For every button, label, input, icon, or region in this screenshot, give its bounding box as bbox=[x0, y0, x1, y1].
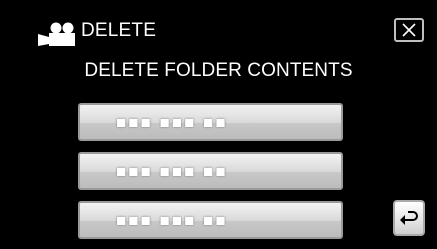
close-button[interactable] bbox=[394, 18, 424, 42]
folder-item-label: ■■■ ■■■ ■■ bbox=[116, 113, 228, 132]
folder-item-label: ■■■ ■■■ ■■ bbox=[116, 211, 228, 230]
folder-item[interactable]: ■■■ ■■■ ■■ bbox=[78, 103, 343, 141]
close-icon bbox=[402, 23, 416, 37]
back-arrow-icon bbox=[400, 211, 418, 225]
screen-title: DELETE bbox=[81, 20, 157, 41]
folder-item[interactable]: ■■■ ■■■ ■■ bbox=[78, 152, 343, 190]
video-camera-icon bbox=[38, 22, 75, 46]
folder-item-label: ■■■ ■■■ ■■ bbox=[116, 162, 228, 181]
folder-item[interactable]: ■■■ ■■■ ■■ bbox=[78, 201, 343, 239]
back-button[interactable] bbox=[393, 200, 425, 236]
page-subtitle: DELETE FOLDER CONTENTS bbox=[84, 60, 353, 81]
